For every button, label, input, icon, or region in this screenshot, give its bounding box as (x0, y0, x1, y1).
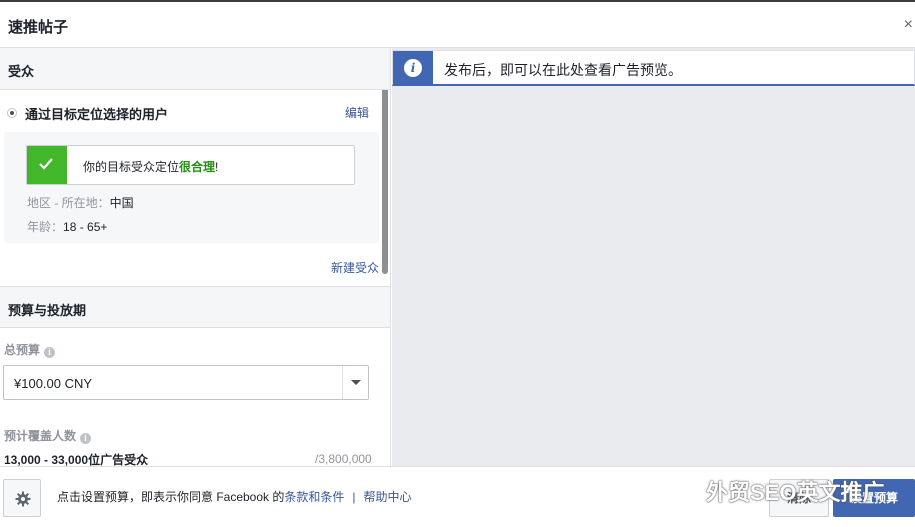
preview-notice-text: 发布后，即可以在此处查看广告预览。 (444, 62, 682, 78)
terms-prefix: 点击设置预算，即表示你同意 Facebook 的 (57, 490, 285, 504)
new-audience-link[interactable]: 新建受众 (331, 259, 379, 276)
estimated-reach-label-row: 预计覆盖人数 i (4, 427, 92, 444)
gear-icon (15, 491, 31, 507)
preview-notice: i 发布后，即可以在此处查看广告预览。 (392, 50, 915, 86)
audience-summary-box: 你的目标受众定位很合理! 地区 - 所在地：中国 年龄：18 - 65+ (4, 132, 379, 243)
total-budget-label: 总预算 (4, 343, 41, 357)
audience-section-header: 受众 (0, 48, 390, 90)
age-label: 年龄： (27, 220, 64, 234)
total-budget-label-row: 总预算 i (4, 341, 56, 358)
info-icon[interactable]: i (80, 433, 92, 444)
watermark: 外贸SEO英文推广 (668, 475, 884, 507)
audience-radio[interactable] (7, 108, 17, 118)
audience-option-label[interactable]: 通过目标定位选择的用户 (25, 104, 168, 123)
settings-panel[interactable]: 受众 通过目标定位选择的用户 编辑 你的目标受众定位很合理! 地区 - 所在地：… (0, 48, 391, 466)
age-value: 18 - 65+ (63, 220, 108, 234)
estimated-reach-total: /3,800,000 (315, 452, 372, 466)
terms-text: 点击设置预算，即表示你同意 Facebook 的条款和条件 | 帮助中心 (57, 488, 412, 505)
total-budget-value: ¥100.00 CNY (14, 376, 93, 391)
budget-section-header: 预算与投放期 (0, 286, 390, 328)
edit-audience-link[interactable]: 编辑 (345, 104, 369, 121)
location-label: 地区 - 所在地： (27, 196, 110, 210)
preview-panel: i 发布后，即可以在此处查看广告预览。 (392, 48, 915, 466)
terms-separator: | (352, 490, 356, 504)
location-value: 中国 (109, 196, 134, 210)
dialog-header: 速推帖子 × (0, 2, 915, 48)
audience-section-title: 受众 (8, 64, 35, 79)
location-row: 地区 - 所在地：中国 (27, 194, 134, 211)
watermark-text: 外贸SEO英文推广 (706, 480, 885, 505)
check-text-suffix: ! (215, 160, 219, 174)
close-icon[interactable]: × (904, 16, 913, 34)
info-icon: i (404, 59, 422, 77)
chevron-down-icon (351, 380, 361, 385)
audience-check-text: 你的目标受众定位很合理! (83, 158, 218, 175)
info-icon[interactable]: i (44, 347, 56, 358)
total-budget-select[interactable]: ¥100.00 CNY (3, 365, 369, 400)
age-row: 年龄：18 - 65+ (27, 218, 107, 235)
notice-icon-bar: i (393, 51, 433, 85)
audience-check-banner: 你的目标受众定位很合理! (26, 145, 355, 185)
terms-link[interactable]: 条款和条件 (284, 490, 344, 504)
estimated-reach-value: 13,000 - 33,000位广告受众 (4, 453, 149, 466)
budget-section-title: 预算与投放期 (8, 303, 87, 318)
wechat-icon (668, 480, 697, 501)
check-text-highlight: 很合理 (179, 160, 216, 174)
estimated-reach-label: 预计覆盖人数 (4, 429, 77, 443)
dropdown-button[interactable] (342, 366, 368, 399)
settings-button[interactable] (3, 479, 41, 517)
dialog-footer: 点击设置预算，即表示你同意 Facebook 的条款和条件 | 帮助中心 清除 设置… (0, 466, 915, 527)
dialog-title: 速推帖子 (8, 19, 69, 36)
check-text-prefix: 你的目标受众定位 (83, 160, 180, 174)
check-icon (27, 146, 67, 184)
help-center-link[interactable]: 帮助中心 (364, 490, 412, 504)
